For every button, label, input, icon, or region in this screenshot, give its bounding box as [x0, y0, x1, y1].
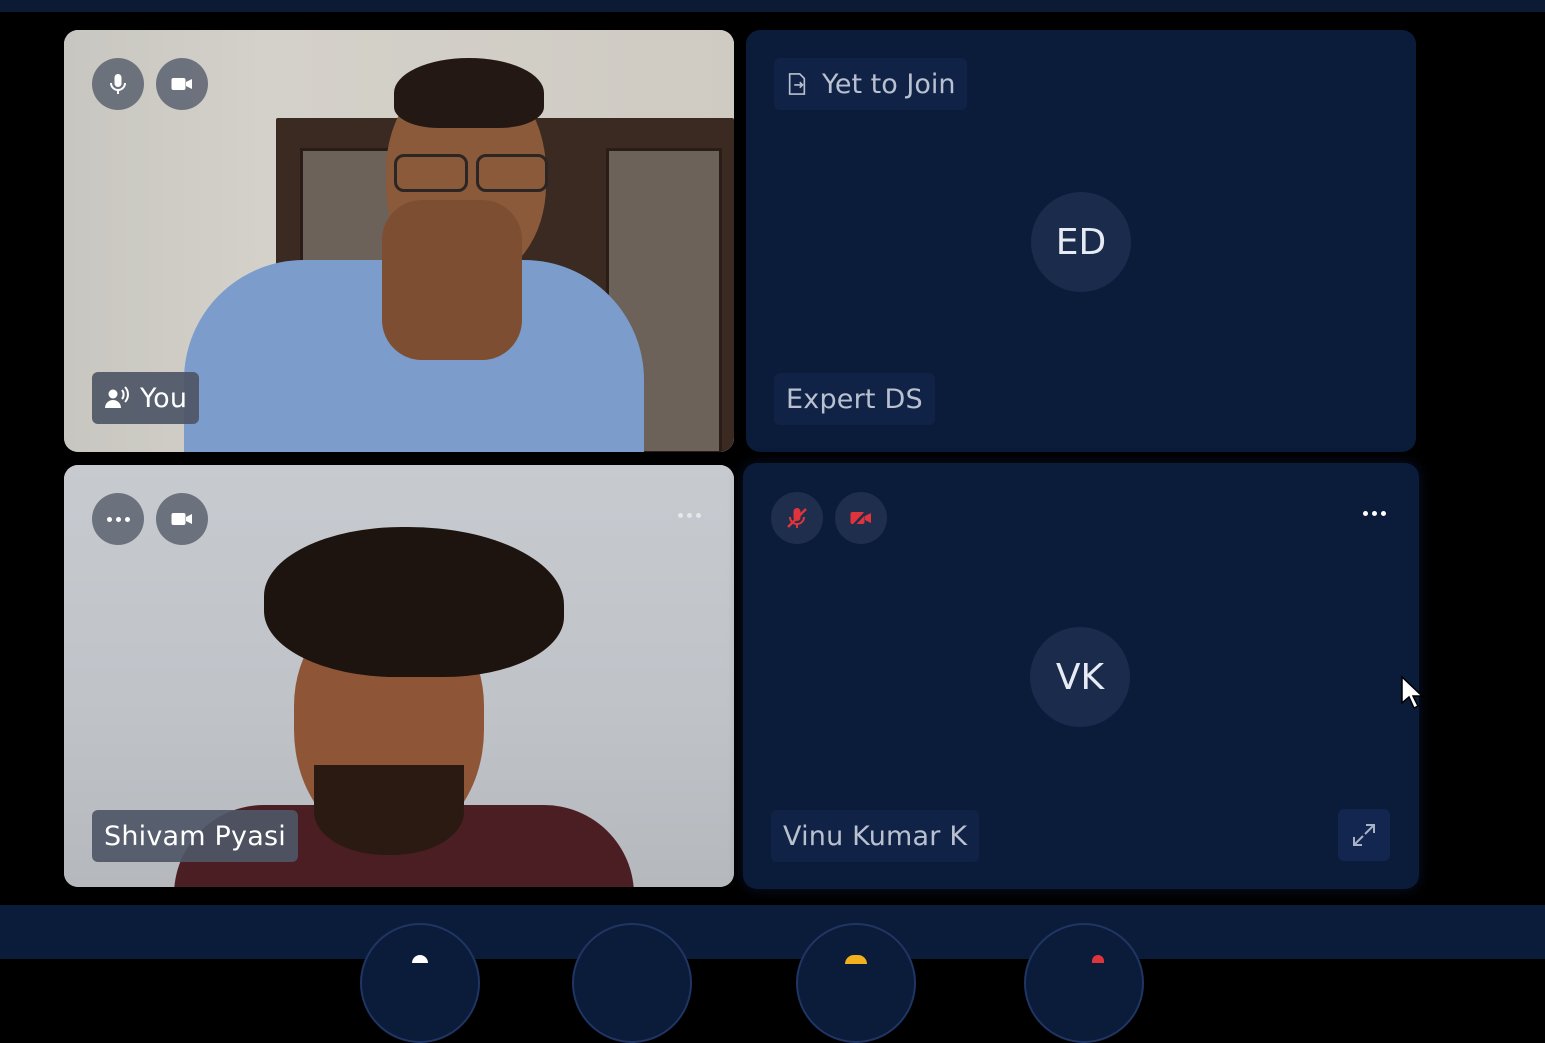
person-hair [394, 58, 544, 128]
name-tag-you: You [92, 372, 200, 424]
video-camera-icon [171, 78, 192, 90]
meeting-toolbar [0, 905, 1545, 1043]
person-hair [264, 527, 564, 677]
mouse-cursor-icon [1401, 675, 1424, 710]
avatar-initials: ED [1031, 192, 1131, 292]
participant-name: Shivam Pyasi [104, 820, 286, 852]
toolbar-mic-button[interactable] [360, 923, 480, 1043]
glasses [394, 154, 468, 192]
speaking-person-icon [105, 386, 129, 408]
person-beard [314, 765, 464, 855]
status-label: Yet to Join [822, 68, 956, 100]
leave-icon [1091, 955, 1104, 963]
join-exit-icon [788, 73, 806, 95]
name-tag-shivam: Shivam Pyasi [92, 810, 298, 862]
mic-button[interactable] [92, 58, 144, 110]
microphone-icon [412, 955, 428, 963]
toolbar-camera-button[interactable] [572, 923, 692, 1043]
camera-button[interactable] [156, 58, 208, 110]
toolbar-raise-hand-button[interactable] [796, 923, 916, 1043]
expand-button[interactable] [1338, 809, 1390, 861]
participant-tile-vinu[interactable]: VK Vinu Kumar K [743, 463, 1419, 889]
name-tag-expert: Expert DS [774, 373, 935, 425]
more-options-button[interactable] [678, 513, 701, 518]
participant-name: Vinu Kumar K [783, 820, 968, 852]
more-options-button[interactable] [1363, 511, 1386, 516]
avatar-initials: VK [1030, 627, 1130, 727]
microphone-icon [110, 74, 126, 94]
participant-tile-you[interactable]: You [64, 30, 734, 452]
mic-muted-indicator[interactable] [771, 492, 823, 544]
toolbar-leave-button[interactable] [1024, 923, 1144, 1043]
camera-button[interactable] [156, 493, 208, 545]
person-hand [382, 200, 522, 360]
yet-to-join-status: Yet to Join [774, 58, 968, 110]
participant-tile-shivam[interactable]: Shivam Pyasi [64, 465, 734, 887]
mic-button[interactable] [92, 493, 144, 545]
participant-name: You [140, 382, 188, 414]
glasses [476, 154, 548, 192]
top-bar [0, 0, 1545, 12]
camera-off-indicator[interactable] [835, 492, 887, 544]
name-tag-vinu: Vinu Kumar K [771, 810, 980, 862]
participant-name: Expert DS [786, 383, 923, 415]
participant-tile-expert[interactable]: Yet to Join ED Expert DS [746, 30, 1416, 452]
video-camera-off-icon [850, 507, 871, 529]
hand-icon [845, 955, 867, 964]
more-horizontal-icon [106, 516, 130, 522]
expand-icon [1353, 824, 1375, 846]
video-camera-icon [171, 513, 192, 525]
microphone-off-icon [787, 508, 807, 528]
